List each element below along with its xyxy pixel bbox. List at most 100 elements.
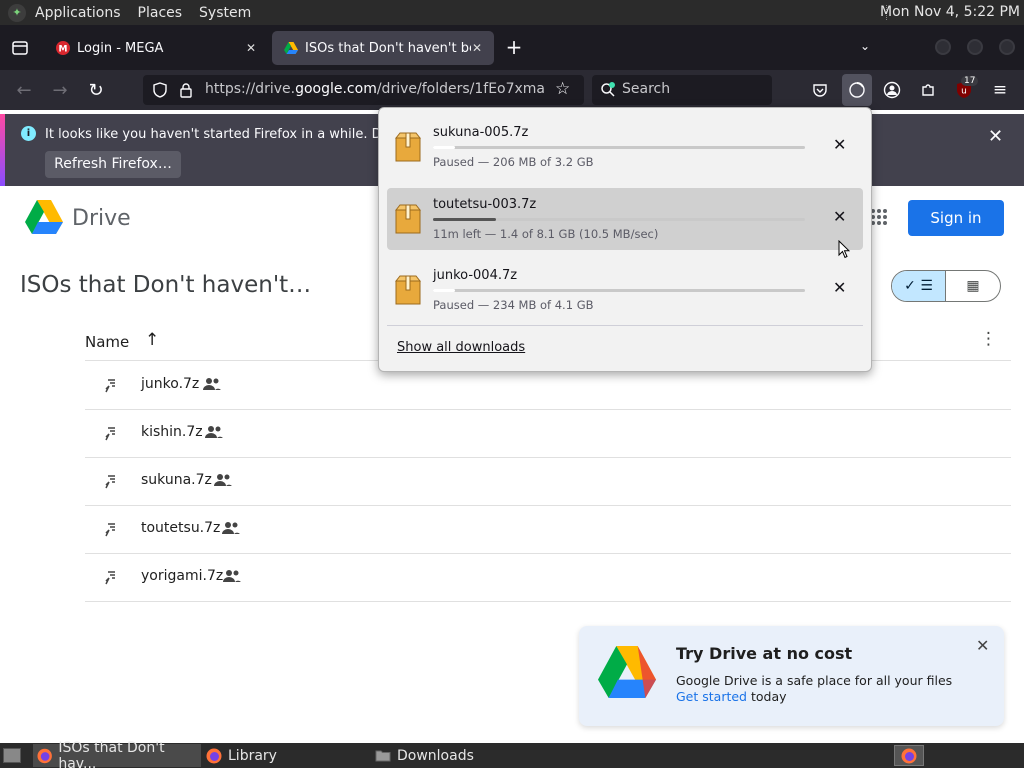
- taskbar-item-drive[interactable]: ISOs that Don't hav...: [33, 740, 201, 768]
- column-name[interactable]: Name: [85, 333, 129, 351]
- download-progress-fill: [433, 289, 456, 292]
- download-progress-icon: [849, 82, 865, 98]
- window-maximize-button[interactable]: [967, 39, 983, 55]
- download-progress-bar: [433, 289, 805, 292]
- table-row[interactable]: sukuna.7z: [85, 458, 1011, 506]
- compressed-file-icon: [105, 523, 115, 537]
- grid-icon: ▦: [966, 278, 980, 294]
- compressed-file-icon: [105, 427, 115, 441]
- search-placeholder: Search: [622, 81, 671, 97]
- more-vert-icon[interactable]: ⋮: [980, 329, 997, 349]
- google-drive-logo-icon: [598, 646, 656, 698]
- url-path: /drive/folders/1fEo7xmaeca1S: [376, 81, 545, 97]
- menu-applications[interactable]: Applications: [35, 5, 121, 21]
- close-icon[interactable]: ✕: [976, 636, 989, 655]
- window-close-button[interactable]: [999, 39, 1015, 55]
- google-drive-logo-icon[interactable]: [25, 200, 63, 234]
- file-name: toutetsu.7z: [141, 520, 221, 536]
- hamburger-menu-icon[interactable]: ≡: [988, 78, 1012, 102]
- download-item[interactable]: sukuna-005.7z Paused — 206 MB of 3.2 GB …: [387, 116, 863, 178]
- cancel-download-icon[interactable]: ✕: [833, 135, 846, 154]
- shared-people-icon: [222, 522, 240, 534]
- taskbar-item-label: ISOs that Don't hav...: [58, 739, 165, 768]
- google-apps-grid-icon[interactable]: [870, 208, 888, 226]
- tab-close-icon[interactable]: ✕: [242, 39, 260, 57]
- lock-icon[interactable]: [179, 82, 193, 98]
- tab-login-mega[interactable]: M Login - MEGA ✕: [44, 31, 268, 65]
- folder-icon: [375, 750, 391, 761]
- forward-arrow-icon[interactable]: →: [48, 78, 72, 102]
- menu-system[interactable]: System: [199, 5, 251, 21]
- download-name: junko-004.7z: [433, 268, 518, 283]
- url-text[interactable]: https://drive.google.com/drive/folders/1…: [205, 81, 545, 97]
- view-toggle: ✓ ☰ ▦: [891, 270, 1001, 302]
- taskbar-item-label: Library: [228, 747, 277, 764]
- list-view-button[interactable]: ✓ ☰: [892, 271, 947, 301]
- search-bar[interactable]: Search: [592, 75, 772, 105]
- download-item[interactable]: toutetsu-003.7z 11m left — 1.4 of 8.1 GB…: [387, 188, 863, 250]
- tab-drive-folder[interactable]: ISOs that Don't haven't been ✕: [272, 31, 494, 65]
- archive-file-icon: [395, 275, 421, 305]
- pocket-icon[interactable]: [808, 78, 832, 102]
- drive-brand[interactable]: Drive: [72, 206, 131, 231]
- url-domain: google.com: [295, 81, 377, 97]
- download-status: Paused — 206 MB of 3.2 GB: [433, 155, 594, 169]
- file-name: sukuna.7z: [141, 472, 212, 488]
- taskbar-item-library[interactable]: Library: [202, 744, 368, 767]
- download-status: 11m left — 1.4 of 8.1 GB (10.5 MB/sec): [433, 227, 659, 241]
- taskbar-item-label: Downloads: [397, 747, 474, 764]
- window-minimize-button[interactable]: [935, 39, 951, 55]
- cancel-download-icon[interactable]: ✕: [833, 278, 846, 297]
- compressed-file-icon: [105, 475, 115, 489]
- shared-people-icon: [203, 378, 221, 390]
- extensions-puzzle-icon[interactable]: [916, 78, 940, 102]
- cancel-download-icon[interactable]: ✕: [833, 207, 846, 226]
- new-tab-button[interactable]: +: [504, 37, 524, 58]
- clock[interactable]: Mon Nov 4, 5:22 PM: [880, 4, 1020, 20]
- archive-file-icon: [395, 132, 421, 162]
- show-all-downloads-label: Show all downloads: [397, 340, 526, 355]
- shield-icon[interactable]: [152, 82, 168, 98]
- bookmark-star-icon[interactable]: ☆: [555, 79, 570, 99]
- extension-badge: 17: [961, 76, 979, 86]
- show-all-downloads-button[interactable]: Show all downloads: [397, 340, 525, 355]
- show-desktop-icon[interactable]: [3, 748, 21, 763]
- download-progress-bar: [433, 146, 805, 149]
- download-name: sukuna-005.7z: [433, 125, 529, 140]
- taskbar-item-downloads[interactable]: Downloads: [371, 744, 537, 767]
- table-row[interactable]: kishin.7z: [85, 410, 1011, 458]
- download-name: toutetsu-003.7z: [433, 197, 537, 212]
- reload-icon[interactable]: ↻: [84, 78, 108, 102]
- promo-title: Try Drive at no cost: [676, 644, 853, 663]
- get-started-link[interactable]: Get started: [676, 689, 747, 704]
- downloads-button[interactable]: [842, 74, 872, 106]
- menu-places[interactable]: Places: [138, 5, 183, 21]
- download-progress-bar: [433, 218, 805, 221]
- firefox-icon: [37, 748, 52, 763]
- search-icon: [601, 82, 615, 97]
- download-status: Paused — 234 MB of 4.1 GB: [433, 298, 594, 312]
- download-progress-fill: [433, 218, 497, 221]
- account-icon[interactable]: [880, 78, 904, 102]
- workspace-switcher[interactable]: [894, 745, 924, 766]
- url-bar[interactable]: https://drive.google.com/drive/folders/1…: [143, 75, 584, 105]
- file-name: yorigami.7z: [141, 568, 224, 584]
- firefox-view-icon: [12, 40, 28, 55]
- close-icon[interactable]: ✕: [988, 126, 1003, 147]
- grid-view-button[interactable]: ▦: [946, 271, 1000, 301]
- taskbar: ISOs that Don't hav... Library Downloads: [0, 740, 1024, 768]
- sign-in-button[interactable]: Sign in: [908, 200, 1004, 236]
- table-row[interactable]: toutetsu.7z: [85, 506, 1011, 554]
- firefox-icon: [206, 748, 222, 763]
- list-all-tabs-chevron-icon[interactable]: ⌄: [860, 39, 870, 53]
- tab-close-icon[interactable]: ✕: [468, 39, 486, 57]
- download-item[interactable]: junko-004.7z Paused — 234 MB of 4.1 GB ✕: [387, 259, 863, 321]
- refresh-firefox-button[interactable]: Refresh Firefox…: [45, 151, 181, 178]
- sort-arrow-up-icon[interactable]: ↑: [145, 330, 159, 350]
- firefox-view-button[interactable]: [0, 25, 40, 70]
- shared-people-icon: [205, 426, 223, 438]
- compressed-file-icon: [105, 571, 115, 585]
- table-row[interactable]: yorigami.7z: [85, 554, 1011, 602]
- distro-logo-icon[interactable]: ✦: [8, 3, 26, 22]
- back-arrow-icon[interactable]: ←: [12, 78, 36, 102]
